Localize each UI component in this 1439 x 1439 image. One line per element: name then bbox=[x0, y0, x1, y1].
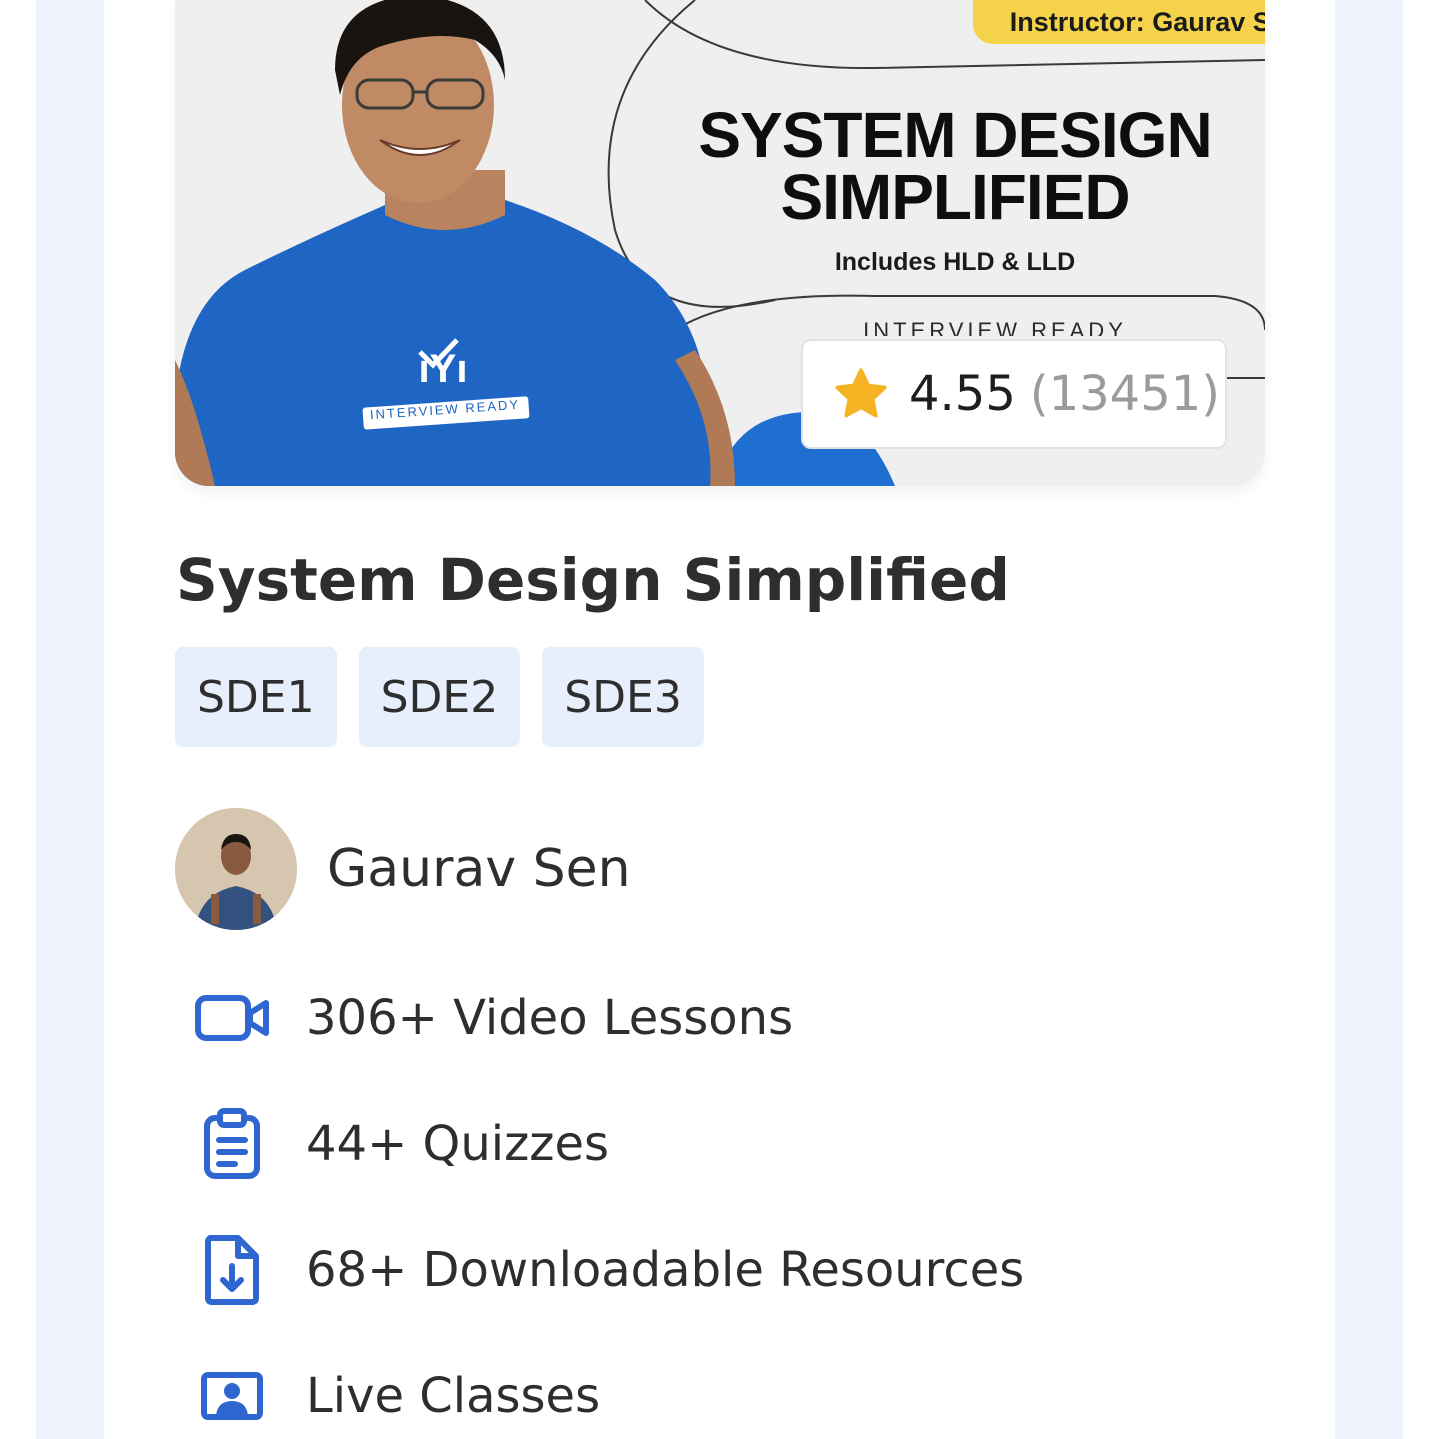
instructor-name[interactable]: Gaurav Sen bbox=[327, 839, 631, 899]
download-file-icon bbox=[190, 1234, 274, 1306]
feature-label: 44+ Quizzes bbox=[306, 1116, 610, 1172]
page-gutter-left bbox=[36, 0, 104, 1439]
feature-video-lessons: 306+ Video Lessons bbox=[190, 982, 793, 1054]
feature-label: Live Classes bbox=[306, 1368, 601, 1424]
instructor-row[interactable]: Gaurav Sen bbox=[175, 808, 631, 930]
rating-count: (13451) bbox=[1029, 366, 1221, 422]
banner-subtitle: Includes HLD & LLD bbox=[834, 248, 1076, 276]
feature-downloadable-resources: 68+ Downloadable Resources bbox=[190, 1234, 1024, 1306]
level-tags: SDE1 SDE2 SDE3 bbox=[175, 647, 704, 747]
tag-sde2[interactable]: SDE2 bbox=[358, 647, 521, 747]
tag-sde1[interactable]: SDE1 bbox=[175, 647, 337, 747]
banner-title-line2: SIMPLIFIED bbox=[780, 161, 1130, 233]
banner-title: SYSTEM DESIGN SIMPLIFIED bbox=[635, 99, 1265, 233]
banner-brand: INTERVIEW READY bbox=[863, 318, 1127, 336]
course-title: System Design Simplified bbox=[176, 546, 1010, 614]
clipboard-icon bbox=[190, 1108, 274, 1180]
instructor-pill: Instructor: Gaurav Sen bbox=[973, 0, 1265, 44]
feature-label: 306+ Video Lessons bbox=[306, 990, 794, 1046]
banner-title-line1: SYSTEM DESIGN bbox=[698, 99, 1212, 171]
live-class-icon bbox=[190, 1360, 274, 1432]
feature-quizzes: 44+ Quizzes bbox=[190, 1108, 609, 1180]
avatar[interactable] bbox=[175, 808, 297, 930]
rating-badge: 4.55 (13451) bbox=[801, 339, 1227, 449]
feature-label: 68+ Downloadable Resources bbox=[306, 1242, 1025, 1298]
page-gutter-right bbox=[1335, 0, 1403, 1439]
course-page: ıYı INTERVIEW READY Instructor: Gaurav S… bbox=[0, 0, 1439, 1439]
rating-value: 4.55 bbox=[909, 366, 1016, 422]
feature-live-classes: Live Classes bbox=[190, 1360, 600, 1432]
video-camera-icon bbox=[190, 982, 274, 1054]
star-icon bbox=[835, 368, 887, 418]
tag-sde3[interactable]: SDE3 bbox=[542, 647, 704, 747]
